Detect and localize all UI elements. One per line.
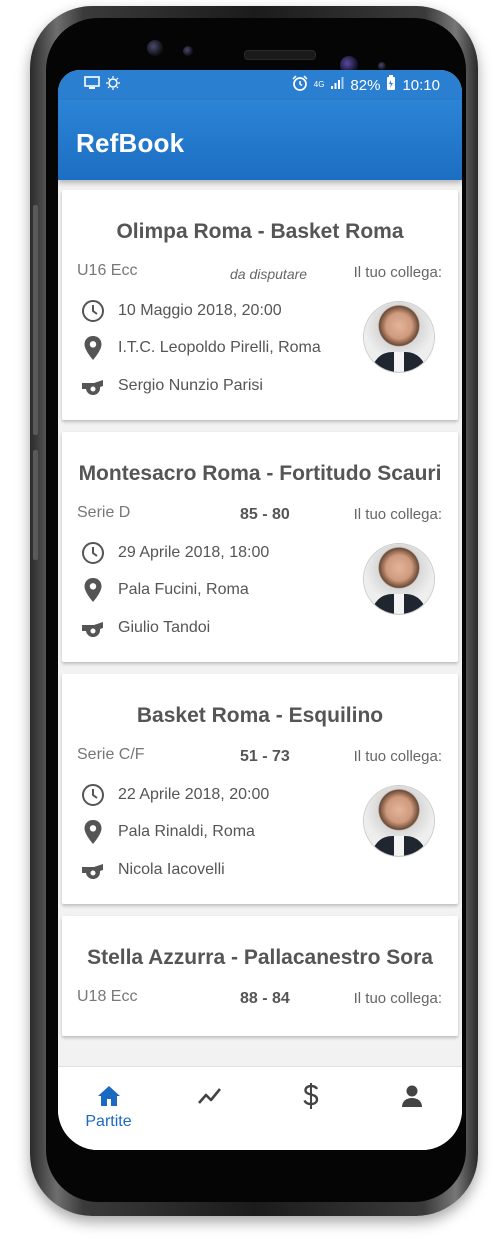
trending-icon: [197, 1083, 223, 1109]
match-venue-row: I.T.C. Leopoldo Pirelli, Roma: [80, 335, 321, 361]
home-icon: [96, 1083, 122, 1109]
match-card[interactable]: Basket Roma - Esquilino Serie C/F 51 - 7…: [62, 674, 458, 904]
whistle-icon: [80, 373, 106, 399]
iris-sensor: [147, 40, 163, 56]
alarm-icon: [292, 75, 308, 95]
match-card[interactable]: Olimpa Roma - Basket Roma U16 Ecc da dis…: [62, 190, 458, 420]
app-screen: 4G 82% 10:10 RefBook Olimpa Roma - Baske…: [58, 70, 462, 1150]
battery-icon: [386, 75, 396, 95]
match-score: 85 - 80: [240, 506, 290, 523]
match-score: 88 - 84: [240, 990, 290, 1007]
match-category: Serie C/F: [77, 746, 145, 763]
match-referee-row: Sergio Nunzio Parisi: [80, 373, 263, 399]
match-venue-row: Pala Rinaldi, Roma: [80, 819, 255, 845]
location-pin-icon: [80, 819, 106, 845]
network-type: 4G: [313, 80, 325, 89]
clock-icon: [80, 782, 106, 808]
location-pin-icon: [80, 577, 106, 603]
colleague-avatar[interactable]: [364, 302, 434, 372]
match-datetime-row: 10 Maggio 2018, 20:00: [80, 298, 282, 324]
nav-label-partite: Partite: [85, 1113, 132, 1130]
location-pin-icon: [80, 335, 106, 361]
match-status: da disputare: [230, 266, 308, 282]
colleague-label: Il tuo collega:: [353, 748, 442, 765]
nav-profile[interactable]: [361, 1067, 462, 1150]
nav-stats[interactable]: [159, 1067, 260, 1150]
status-left: [84, 76, 120, 94]
match-venue: Pala Rinaldi, Roma: [118, 823, 255, 840]
colleague-label: Il tuo collega:: [353, 264, 442, 281]
match-datetime-row: 22 Aprile 2018, 20:00: [80, 782, 269, 808]
nav-payments[interactable]: [260, 1067, 361, 1150]
match-venue: Pala Fucini, Roma: [118, 581, 249, 598]
colleague-avatar[interactable]: [364, 786, 434, 856]
nav-partite[interactable]: Partite: [58, 1067, 159, 1150]
whistle-icon: [80, 615, 106, 641]
status-bar: 4G 82% 10:10: [58, 70, 462, 100]
referee-name: Giulio Tandoi: [118, 619, 211, 636]
match-card[interactable]: Stella Azzurra - Pallacanestro Sora U18 …: [62, 916, 458, 1036]
colleague-label: Il tuo collega:: [353, 990, 442, 1007]
match-datetime-row: 29 Aprile 2018, 18:00: [80, 540, 269, 566]
app-bar: RefBook: [58, 100, 462, 180]
proximity-sensor: [183, 46, 193, 56]
lightbulb-icon: [106, 76, 120, 94]
dollar-icon: [302, 1083, 320, 1109]
match-datetime: 22 Aprile 2018, 20:00: [118, 786, 270, 803]
match-category: U18 Ecc: [77, 988, 138, 1005]
match-title: Montesacro Roma - Fortitudo Scauri: [78, 462, 442, 485]
match-title: Olimpa Roma - Basket Roma: [116, 220, 404, 243]
match-referee-row: Giulio Tandoi: [80, 615, 210, 641]
whistle-icon: [80, 857, 106, 883]
referee-name: Sergio Nunzio Parisi: [118, 377, 263, 394]
match-datetime: 10 Maggio 2018, 20:00: [118, 302, 282, 319]
match-category: Serie D: [77, 504, 131, 521]
match-title: Basket Roma - Esquilino: [136, 704, 384, 727]
app-title: RefBook: [76, 128, 185, 158]
clock-icon: [80, 540, 106, 566]
earpiece-speaker: [244, 50, 316, 60]
status-right: 4G 82% 10:10: [292, 75, 440, 95]
match-category: U16 Ecc: [77, 262, 138, 279]
light-sensor: [378, 62, 386, 70]
match-title: Stella Azzurra - Pallacanestro Sora: [87, 946, 433, 969]
bixby-button: [33, 450, 38, 560]
match-datetime: 29 Aprile 2018, 18:00: [118, 544, 270, 561]
volume-button: [33, 205, 38, 435]
colleague-label: Il tuo collega:: [353, 506, 442, 523]
clock-icon: [80, 298, 106, 324]
bottom-navigation: Partite: [58, 1066, 462, 1150]
match-venue-row: Pala Fucini, Roma: [80, 577, 249, 603]
battery-percent: 82%: [350, 76, 381, 94]
signal-icon: [330, 76, 344, 94]
monitor-icon: [84, 76, 100, 94]
match-list: Olimpa Roma - Basket Roma U16 Ecc da dis…: [58, 180, 462, 1036]
referee-name: Nicola Iacovelli: [118, 861, 225, 878]
person-icon: [401, 1083, 423, 1109]
match-card[interactable]: Montesacro Roma - Fortitudo Scauri Serie…: [62, 432, 458, 662]
match-venue: I.T.C. Leopoldo Pirelli, Roma: [118, 339, 321, 356]
colleague-avatar[interactable]: [364, 544, 434, 614]
clock-time: 10:10: [402, 76, 440, 94]
match-score: 51 - 73: [240, 748, 290, 765]
match-referee-row: Nicola Iacovelli: [80, 857, 225, 883]
